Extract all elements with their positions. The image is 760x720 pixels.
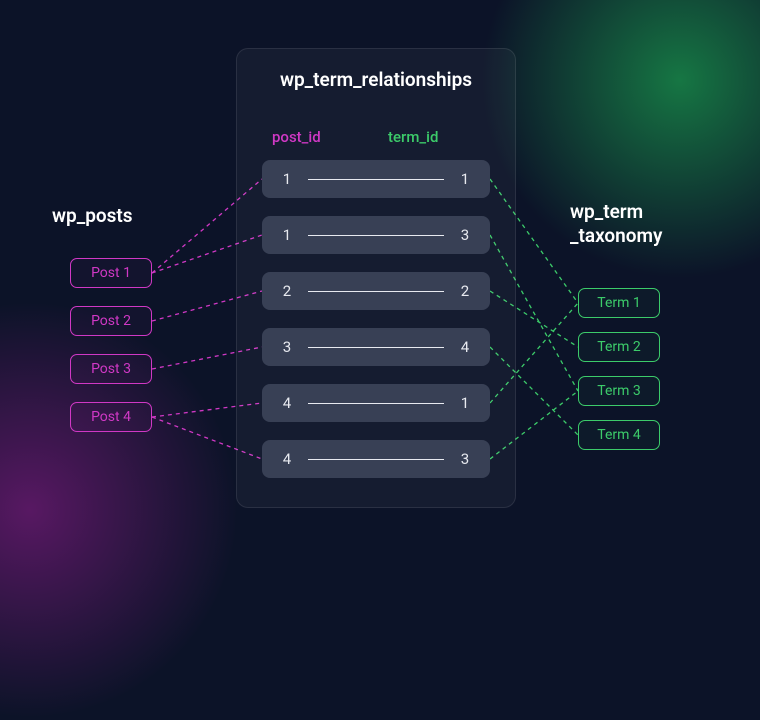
pair-row: 2 2 xyxy=(262,272,490,310)
pair-term-id: 2 xyxy=(458,282,472,300)
posts-title: wp_posts xyxy=(52,204,133,227)
pair-term-id: 1 xyxy=(458,394,472,412)
pair-connector xyxy=(308,403,444,404)
pair-row: 4 3 xyxy=(262,440,490,478)
term-box-1: Term 1 xyxy=(578,288,660,318)
post-box-4: Post 4 xyxy=(70,402,152,432)
taxonomy-title-line1: wp_term xyxy=(570,200,643,223)
term-box-2: Term 2 xyxy=(578,332,660,362)
post-label: Post 1 xyxy=(91,265,131,281)
pair-term-id: 1 xyxy=(458,170,472,188)
taxonomy-title-line2: _taxonomy xyxy=(570,224,662,247)
pair-term-id: 3 xyxy=(458,226,472,244)
pair-post-id: 1 xyxy=(280,226,294,244)
pair-connector xyxy=(308,347,444,348)
pair-post-id: 4 xyxy=(280,394,294,412)
pair-row: 1 3 xyxy=(262,216,490,254)
pair-row: 3 4 xyxy=(262,328,490,366)
term-box-4: Term 4 xyxy=(578,420,660,450)
post-label: Post 3 xyxy=(91,361,131,377)
pair-connector xyxy=(308,459,444,460)
term-label: Term 3 xyxy=(597,383,640,399)
pair-post-id: 2 xyxy=(280,282,294,300)
taxonomy-title: wp_term _taxonomy xyxy=(570,200,710,248)
pair-row: 4 1 xyxy=(262,384,490,422)
diagram-stage: wp_posts wp_term_relationships wp_term _… xyxy=(0,0,760,540)
pair-row: 1 1 xyxy=(262,160,490,198)
pair-post-id: 4 xyxy=(280,450,294,468)
pair-term-id: 4 xyxy=(458,338,472,356)
column-header-post-id: post_id xyxy=(272,128,321,146)
post-box-2: Post 2 xyxy=(70,306,152,336)
term-label: Term 1 xyxy=(597,295,640,311)
pair-post-id: 3 xyxy=(280,338,294,356)
post-label: Post 4 xyxy=(91,409,131,425)
pair-connector xyxy=(308,179,444,180)
term-label: Term 4 xyxy=(597,427,640,443)
relationships-title: wp_term_relationships xyxy=(250,68,502,91)
post-label: Post 2 xyxy=(91,313,131,329)
term-box-3: Term 3 xyxy=(578,376,660,406)
post-box-3: Post 3 xyxy=(70,354,152,384)
pair-term-id: 3 xyxy=(458,450,472,468)
pair-post-id: 1 xyxy=(280,170,294,188)
pair-connector xyxy=(308,291,444,292)
pair-connector xyxy=(308,235,444,236)
post-box-1: Post 1 xyxy=(70,258,152,288)
column-header-term-id: term_id xyxy=(388,128,438,146)
term-label: Term 2 xyxy=(597,339,640,355)
